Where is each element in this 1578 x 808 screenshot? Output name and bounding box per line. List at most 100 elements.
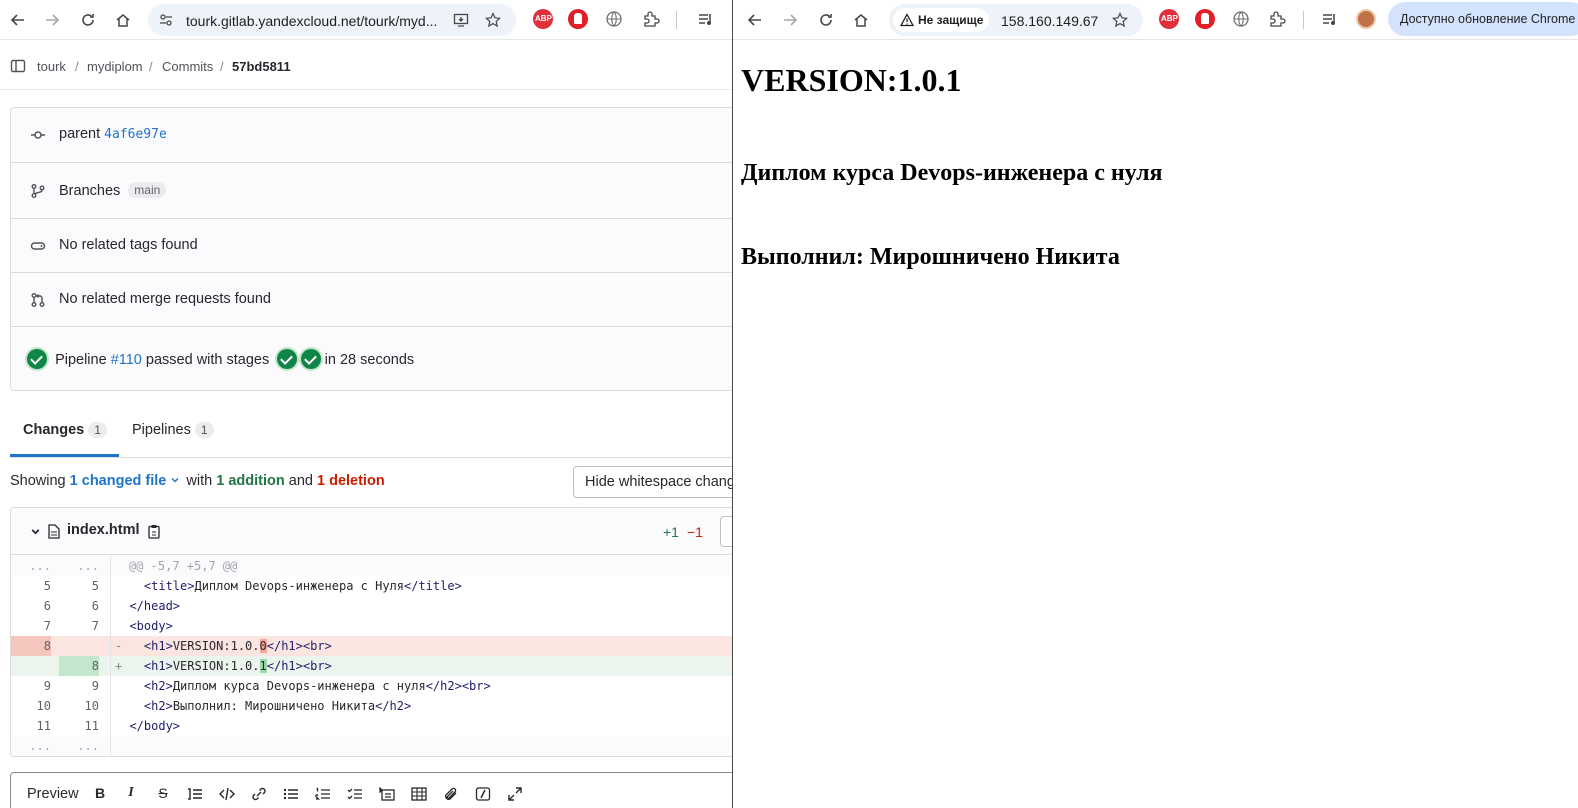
back-arrow-icon[interactable] (6, 8, 30, 32)
back-arrow-icon[interactable] (743, 8, 767, 32)
site-settings-icon[interactable] (158, 12, 174, 28)
home-icon[interactable] (111, 8, 135, 32)
hunk-old-ellipsis[interactable]: ... (11, 556, 51, 576)
changed-files-label[interactable]: 1 changed file (70, 473, 167, 489)
extensions-puzzle-icon[interactable] (641, 9, 661, 29)
tab-pipelines[interactable]: Pipelines 1 (132, 422, 214, 438)
bullet-list-icon[interactable] (282, 785, 300, 803)
globe-extension-icon[interactable] (1231, 9, 1251, 29)
chrome-update-button[interactable]: Доступно обновление Chrome (1388, 2, 1578, 36)
bookmark-star-icon[interactable] (484, 11, 502, 29)
author-heading: Выполнил: Мирошничено Никита (741, 244, 1120, 270)
new-line-number[interactable]: 6 (59, 596, 99, 616)
diff-sign (115, 579, 129, 593)
profile-avatar[interactable] (1356, 9, 1376, 29)
new-line-number[interactable]: 8 (59, 656, 99, 676)
old-line-number[interactable]: 10 (11, 696, 51, 716)
new-line-number[interactable]: 11 (59, 716, 99, 736)
diff-code: <h2>Выполнил: Мирошничено Никита</h2> (115, 696, 411, 716)
old-line-number[interactable]: 8 (11, 636, 51, 656)
tags-row: No related tags found (11, 219, 732, 273)
breadcrumb-commits[interactable]: Commits (162, 59, 213, 74)
forward-arrow-icon[interactable] (778, 8, 802, 32)
bookmark-star-icon[interactable] (1111, 11, 1129, 29)
numbered-list-icon[interactable] (314, 785, 332, 803)
address-url[interactable]: tourk.gitlab.yandexcloud.net/tourk/myd..… (186, 13, 437, 29)
diff-line: 55 <title>Диплом Devops-инженера с Нуля<… (11, 576, 732, 596)
not-secure-chip[interactable]: Не защище (893, 8, 989, 32)
strikethrough-button[interactable]: S (154, 785, 172, 803)
pipeline-link[interactable]: #110 (111, 352, 142, 368)
bold-button[interactable]: B (91, 785, 109, 803)
reload-icon[interactable] (76, 8, 100, 32)
not-secure-label: Не защище (918, 13, 984, 27)
hide-whitespace-button[interactable]: Hide whitespace changes (573, 466, 732, 498)
footer-new-ellipsis[interactable]: ... (59, 736, 99, 756)
collapsible-section-icon[interactable] (378, 785, 396, 803)
ublock-icon[interactable] (568, 9, 588, 29)
branches-row: Branches main (11, 163, 732, 219)
branch-badge[interactable]: main (128, 182, 167, 198)
media-controls-icon[interactable] (696, 9, 716, 29)
view-file-button[interactable] (720, 516, 732, 547)
address-url[interactable]: 158.160.149.67 (1001, 13, 1098, 29)
task-list-icon[interactable] (346, 785, 364, 803)
new-line-number[interactable]: 10 (59, 696, 99, 716)
fullscreen-icon[interactable] (506, 785, 524, 803)
forward-arrow-icon[interactable] (40, 8, 64, 32)
globe-extension-icon[interactable] (604, 9, 624, 29)
tab-changes[interactable]: Changes 1 (23, 422, 107, 438)
extensions-puzzle-icon[interactable] (1267, 9, 1287, 29)
link-icon[interactable] (250, 785, 268, 803)
stage-build-status-icon[interactable] (277, 349, 298, 369)
file-name[interactable]: index.html (67, 522, 140, 538)
adblock-plus-icon[interactable]: ABP (1159, 9, 1179, 29)
stage-deploy-status-icon[interactable] (300, 349, 321, 369)
old-line-number[interactable]: 11 (11, 716, 51, 736)
breadcrumb-commit-sha[interactable]: 57bd5811 (232, 59, 291, 74)
attachment-icon[interactable] (442, 785, 460, 803)
copy-path-icon[interactable] (147, 523, 161, 539)
breadcrumb-project[interactable]: mydiplom (87, 59, 143, 74)
breadcrumb-separator: / (149, 59, 153, 74)
media-controls-icon[interactable] (1320, 9, 1340, 29)
quote-icon[interactable] (186, 785, 204, 803)
slash-command-icon[interactable] (474, 785, 492, 803)
old-line-number[interactable]: 6 (11, 596, 51, 616)
address-bar[interactable]: Не защище 158.160.149.67 (889, 4, 1143, 36)
ublock-icon[interactable] (1195, 9, 1215, 29)
home-icon[interactable] (849, 8, 873, 32)
new-line-number[interactable]: 5 (59, 576, 99, 596)
changed-files-dropdown[interactable]: 1 changed file (70, 473, 183, 489)
adblock-plus-icon[interactable]: ABP (533, 9, 553, 29)
parent-sha-link[interactable]: 4af6e97e (104, 127, 167, 142)
html-open-tag: <h2> (143, 699, 173, 713)
version-heading: VERSION:1.0.1 (741, 62, 962, 98)
breadcrumb-user[interactable]: tourk (37, 59, 66, 74)
hunk-new-ellipsis[interactable]: ... (59, 556, 99, 576)
code-icon[interactable] (218, 785, 236, 803)
diff-gutter-divider (110, 736, 111, 756)
preview-tab[interactable]: Preview (27, 786, 79, 802)
old-line-number[interactable]: 9 (11, 676, 51, 696)
collapse-chevron-icon[interactable] (29, 525, 41, 537)
new-line-number[interactable]: 9 (59, 676, 99, 696)
file-deletions-count: −1 (687, 524, 703, 540)
chevron-down-icon[interactable] (170, 473, 182, 489)
pipeline-status-icon[interactable] (27, 349, 47, 369)
left-browser-toolbar: tourk.gitlab.yandexcloud.net/tourk/myd..… (0, 0, 732, 40)
address-bar[interactable]: tourk.gitlab.yandexcloud.net/tourk/myd..… (148, 4, 516, 36)
footer-old-ellipsis[interactable]: ... (11, 736, 51, 756)
sidebar-toggle-icon[interactable] (10, 58, 26, 74)
diff-line: 8 + <h1>VERSION:1.0.1</h1><br> (11, 656, 732, 676)
table-icon[interactable] (410, 785, 428, 803)
pipeline-duration: in 28 seconds (324, 352, 415, 368)
old-line-number[interactable]: 7 (11, 616, 51, 636)
install-app-icon[interactable] (452, 11, 470, 29)
reload-icon[interactable] (814, 8, 838, 32)
italic-button[interactable]: I (122, 785, 140, 803)
old-line-number[interactable]: 5 (11, 576, 51, 596)
new-line-number[interactable]: 7 (59, 616, 99, 636)
